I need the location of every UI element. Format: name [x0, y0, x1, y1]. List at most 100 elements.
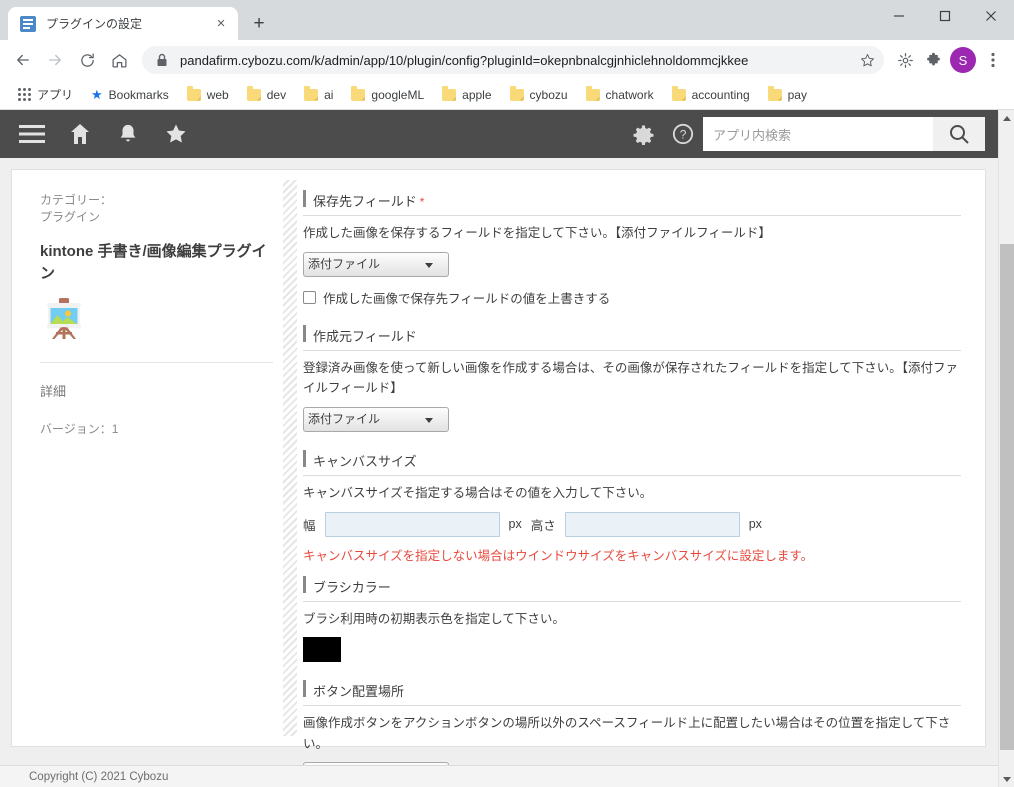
- plugin-title: kintone 手書き/画像編集プラグイン: [40, 242, 267, 282]
- section-title: ブラシカラー: [303, 575, 961, 602]
- search-button[interactable]: [933, 117, 985, 151]
- gear-icon[interactable]: [892, 47, 918, 73]
- save-target-field-select[interactable]: 添付ファイル: [303, 251, 449, 277]
- profile-avatar[interactable]: S: [950, 47, 976, 73]
- bookmark-label: web: [206, 87, 229, 102]
- search-input[interactable]: アプリ内検索: [703, 117, 933, 151]
- overwrite-checkbox-row[interactable]: 作成した画像で保存先フィールドの値を上書きする: [303, 288, 961, 307]
- tab-favicon-icon: [20, 15, 36, 32]
- section-canvas-size: キャンバスサイズ キャンバスサイズそ指定する場合はその値を入力して下さい。 幅 …: [303, 449, 961, 566]
- bookmark-label: apple: [462, 87, 492, 102]
- puzzle-icon[interactable]: [920, 47, 946, 73]
- minimize-icon[interactable]: [876, 0, 922, 32]
- overwrite-checkbox[interactable]: [303, 290, 316, 304]
- bookmark-label: アプリ: [37, 88, 74, 102]
- section-title-text: キャンバスサイズ: [313, 453, 417, 469]
- kintone-header: ? アプリ内検索: [0, 110, 1014, 158]
- close-icon[interactable]: [968, 0, 1014, 32]
- section-title: ボタン配置場所: [303, 680, 961, 707]
- bookmark-item-web[interactable]: web: [179, 85, 237, 105]
- plugin-version: バージョン：1: [40, 422, 119, 437]
- tab-close-icon[interactable]: ×: [210, 13, 232, 35]
- easel-picture-icon: [40, 294, 88, 342]
- new-tab-button[interactable]: +: [244, 8, 274, 38]
- scrollbar-thumb[interactable]: [1000, 244, 1014, 750]
- bookmark-label: chatwork: [605, 87, 654, 102]
- bookmark-item-apple[interactable]: apple: [434, 85, 499, 105]
- gear-icon[interactable]: [623, 110, 663, 158]
- address-bar[interactable]: pandafirm.cybozu.com/k/admin/app/10/plug…: [142, 46, 884, 74]
- plugin-category-label: カテゴリー：: [40, 193, 113, 207]
- bookmark-item-dev[interactable]: dev: [239, 85, 294, 105]
- bookmark-item-googleml[interactable]: googleML: [343, 85, 432, 105]
- canvas-height-input[interactable]: [564, 511, 740, 537]
- kebab-menu-icon[interactable]: [980, 47, 1006, 73]
- plugin-category: カテゴリー： プラグイン: [40, 192, 273, 227]
- vertical-scrollbar[interactable]: [998, 110, 1014, 787]
- kintone-header-right: ? アプリ内検索: [623, 110, 985, 158]
- page-footer: Copyright (C) 2021 Cybozu: [0, 765, 998, 787]
- bookmark-item-cybozu[interactable]: cybozu: [502, 85, 576, 105]
- window-controls: [876, 0, 1014, 32]
- svg-text:?: ?: [680, 128, 687, 142]
- brush-color-swatch[interactable]: [303, 637, 341, 663]
- home-icon[interactable]: [56, 110, 104, 158]
- folder-icon: [442, 85, 457, 101]
- plugin-detail-link[interactable]: 詳細: [40, 381, 273, 400]
- bookmark-label: googleML: [371, 87, 425, 102]
- canvas-width-unit: px: [508, 517, 522, 531]
- search-placeholder: アプリ内検索: [713, 127, 792, 143]
- scroll-down-arrow-icon[interactable]: [999, 771, 1014, 787]
- browser-titlebar: プラグインの設定 × +: [0, 0, 1014, 40]
- folder-icon: [351, 85, 366, 101]
- bookmark-star-icon[interactable]: [856, 49, 878, 71]
- bookmark-label: Bookmarks: [108, 87, 169, 102]
- section-description: ブラシ利用時の初期表示色を指定して下さい。: [303, 611, 565, 626]
- address-bar-url: pandafirm.cybozu.com/k/admin/app/10/plug…: [180, 52, 749, 68]
- bell-icon[interactable]: [104, 110, 152, 158]
- page-body: カテゴリー： プラグイン kintone 手書き/画像編集プラグイン 詳細 バー…: [0, 158, 1014, 787]
- bookmark-item-apps[interactable]: アプリ: [10, 83, 81, 106]
- bookmark-label: pay: [787, 87, 807, 102]
- section-description: 画像作成ボタンをアクションボタンの場所以外のスペースフィールド上に配置したい場合…: [303, 716, 951, 751]
- section-description: キャンバスサイズそ指定する場合はその値を入力して下さい。: [303, 485, 653, 500]
- folder-icon: [767, 85, 782, 101]
- source-field-select[interactable]: 添付ファイル: [303, 406, 449, 432]
- browser-tab[interactable]: プラグインの設定 ×: [8, 7, 238, 40]
- forward-arrow-icon[interactable]: [40, 45, 70, 75]
- scroll-up-arrow-icon[interactable]: [999, 110, 1014, 126]
- section-title: キャンバスサイズ: [303, 449, 961, 476]
- plugin-config-form: 保存先フィールド * 作成した画像を保存するフィールドを指定して下さい。【添付ファ…: [297, 170, 985, 787]
- folder-icon: [246, 85, 261, 101]
- plugin-category-value: プラグイン: [40, 210, 101, 225]
- lock-icon: [156, 53, 170, 67]
- back-arrow-icon[interactable]: [8, 45, 38, 75]
- bookmark-label: ai: [324, 87, 334, 102]
- section-title-text: 保存先フィールド: [313, 194, 417, 209]
- save-target-field-select-wrap: 添付ファイル: [303, 251, 449, 277]
- sidebar-stripe-divider: [283, 180, 297, 736]
- home-icon[interactable]: [104, 45, 134, 75]
- maximize-icon[interactable]: [922, 0, 968, 32]
- browser-window: プラグインの設定 × + pandafirm.cybozu.com/k/admi…: [0, 0, 1014, 787]
- section-brush-color: ブラシカラー ブラシ利用時の初期表示色を指定して下さい。: [303, 575, 961, 663]
- section-source-field: 作成元フィールド 登録済み画像を使って新しい画像を作成する場合は、その画像が保存…: [303, 324, 961, 432]
- section-title-text: ボタン配置場所: [313, 684, 405, 700]
- bookmark-item-pay[interactable]: pay: [760, 85, 815, 105]
- folder-icon: [186, 85, 201, 101]
- canvas-size-note: キャンバスサイズを指定しない場合はウインドウサイズをキャンバスサイズに設定します…: [303, 548, 814, 563]
- source-field-select-wrap: 添付ファイル: [303, 406, 449, 432]
- plugin-sidebar: カテゴリー： プラグイン kintone 手書き/画像編集プラグイン 詳細 バー…: [12, 170, 297, 746]
- folder-icon: [671, 85, 686, 101]
- bookmark-item-accounting[interactable]: accounting: [664, 85, 758, 105]
- copyright-text: Copyright (C) 2021 Cybozu: [29, 770, 169, 783]
- reload-icon[interactable]: [72, 45, 102, 75]
- bookmark-item-ai[interactable]: ai: [296, 85, 341, 105]
- hamburger-icon[interactable]: [8, 110, 56, 158]
- bookmark-item-chatwork[interactable]: chatwork: [578, 85, 662, 105]
- star-icon[interactable]: [152, 110, 200, 158]
- canvas-width-input[interactable]: [324, 511, 500, 537]
- help-icon[interactable]: ?: [663, 110, 703, 158]
- canvas-size-row: 幅 px 高さ px: [303, 511, 961, 537]
- bookmark-item-bookmarks[interactable]: ★ Bookmarks: [83, 84, 177, 106]
